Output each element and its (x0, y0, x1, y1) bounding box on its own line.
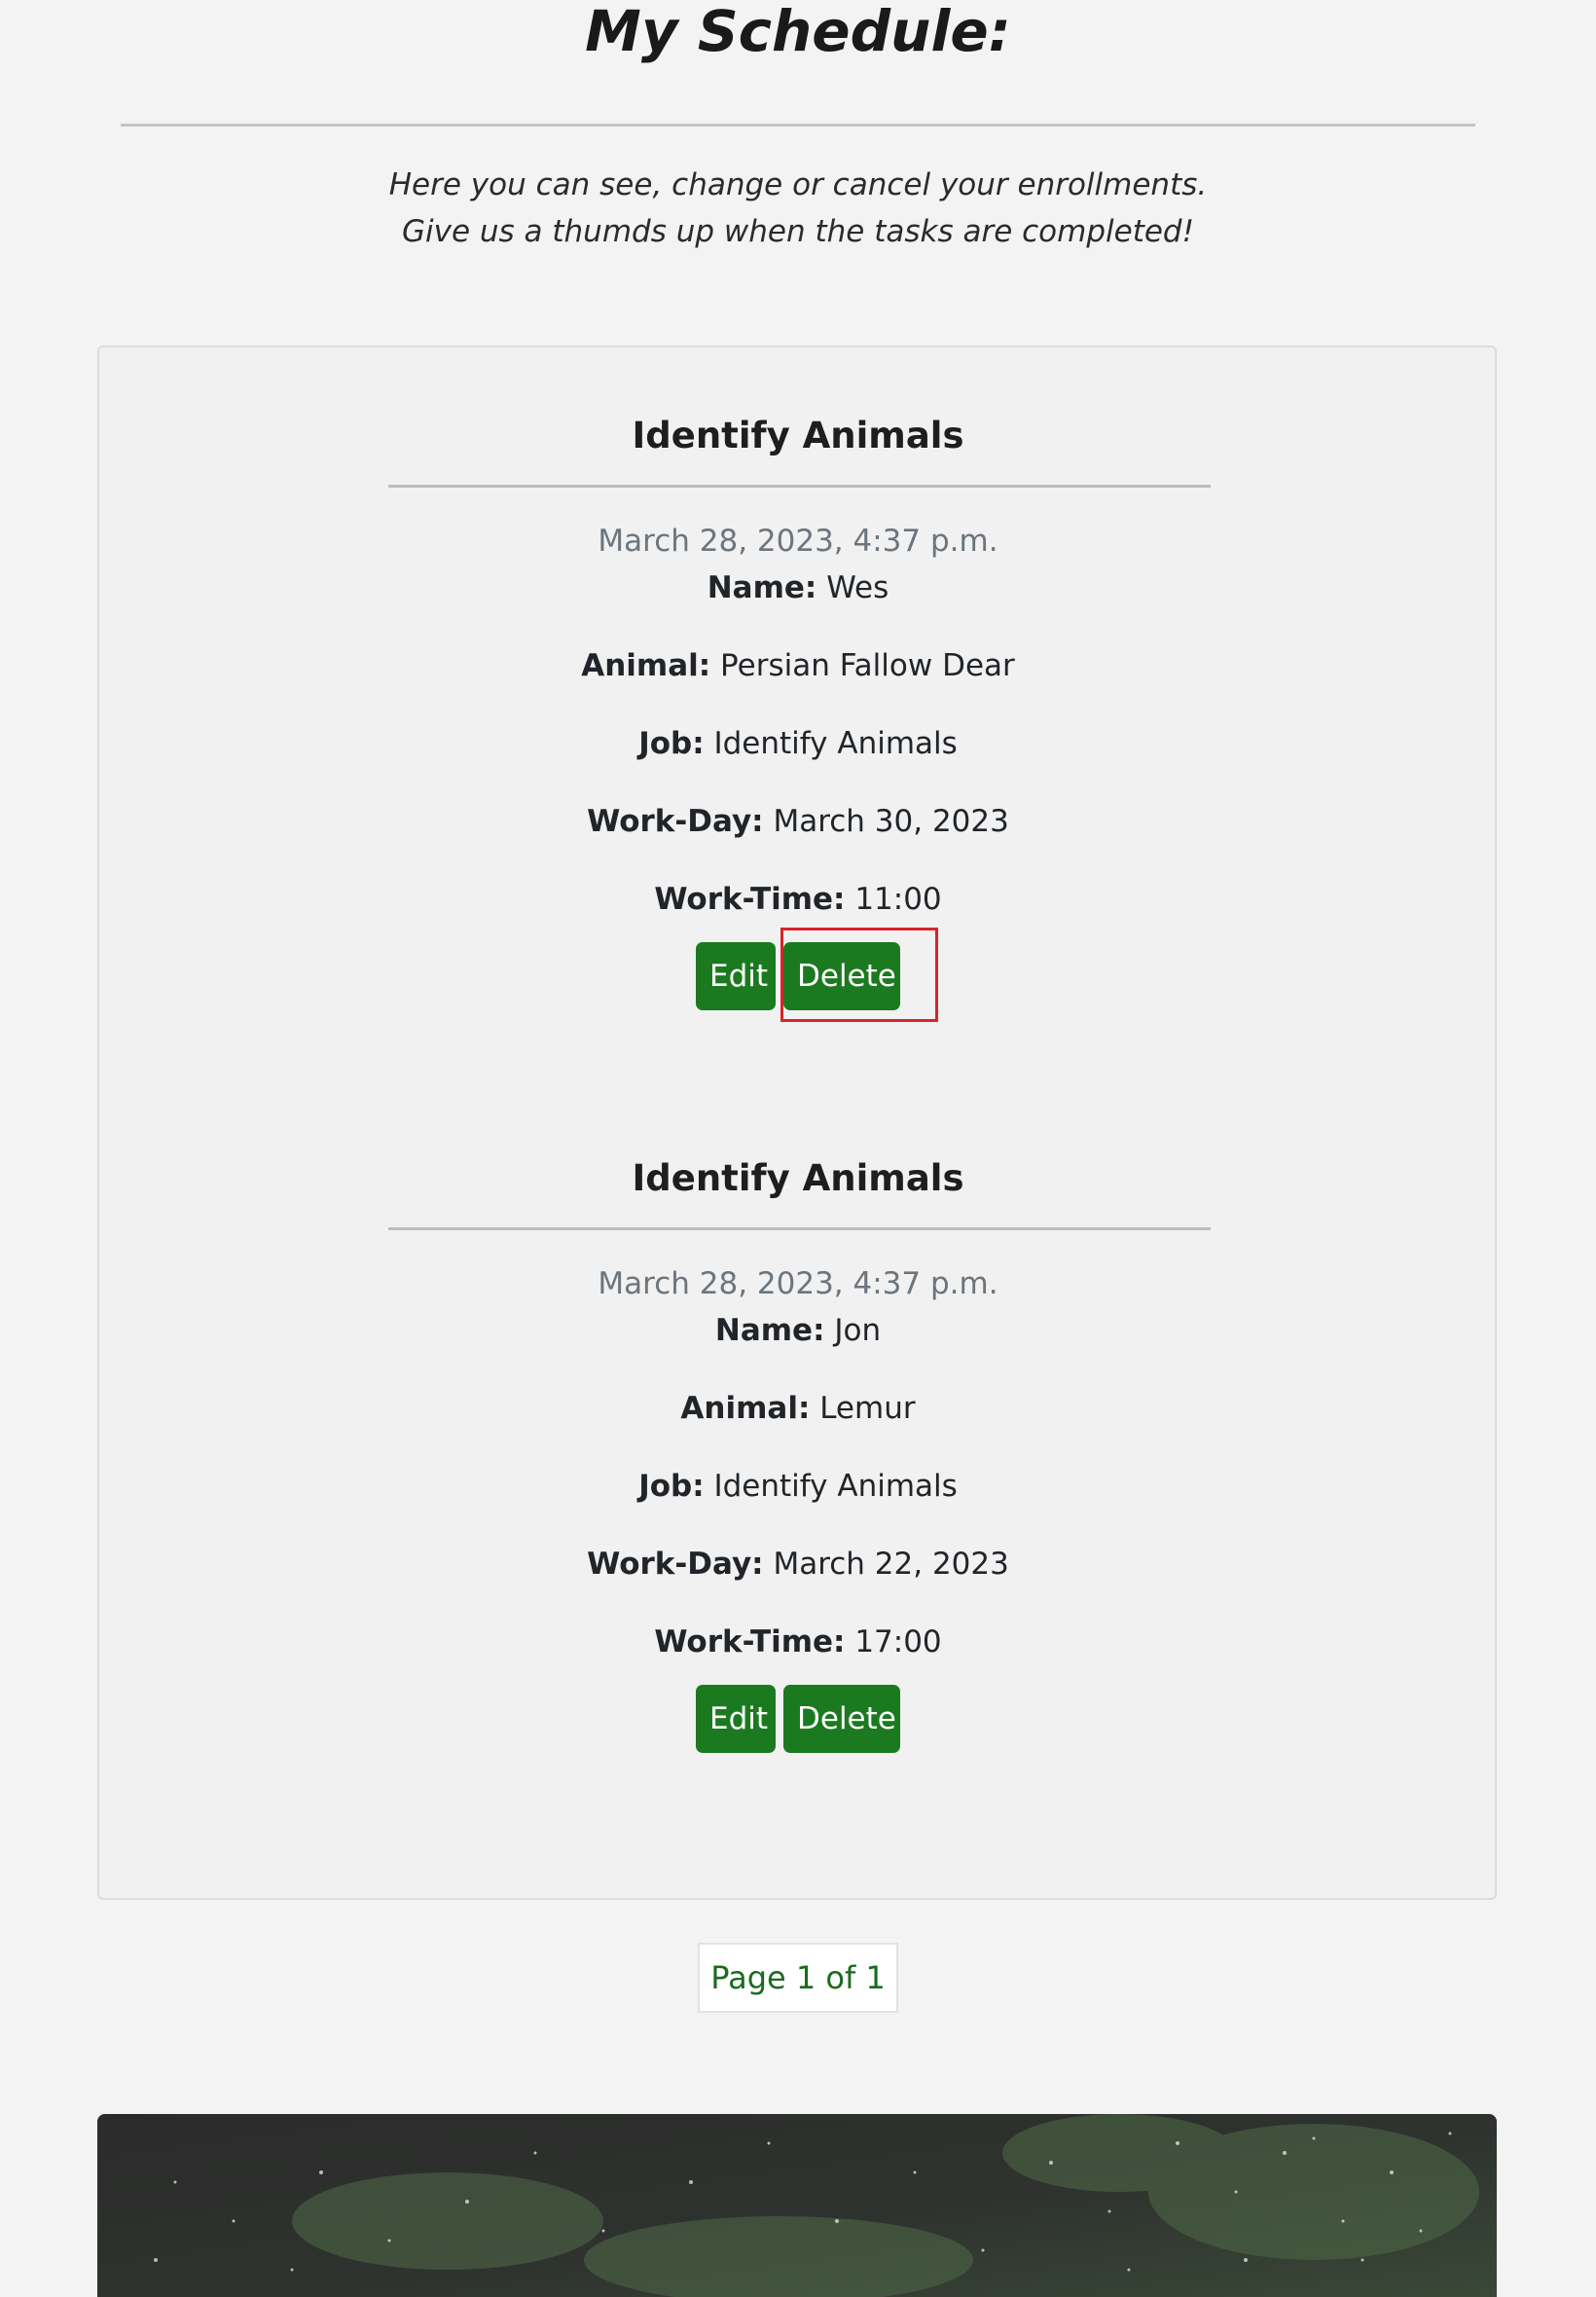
worktime-label: Work-Time: (654, 882, 846, 917)
job-label: Job: (638, 726, 705, 761)
workday-label: Work-Day: (587, 1547, 764, 1582)
enrollment-title: Identify Animals (632, 415, 964, 456)
name-label: Name: (707, 570, 817, 605)
animal-value: Persian Fallow Dear (720, 648, 1015, 683)
enrollment-card: Identify Animals March 28, 2023, 4:37 p.… (367, 377, 1229, 1062)
animal-field: Animal: Lemur (367, 1387, 1229, 1430)
animal-field: Animal: Persian Fallow Dear (367, 644, 1229, 687)
workday-field: Work-Day: March 22, 2023 (367, 1543, 1229, 1586)
workday-value: March 30, 2023 (773, 804, 1009, 839)
card-actions: Edit Delete (367, 1685, 1229, 1753)
delete-button[interactable]: Delete (783, 942, 900, 1010)
card-actions: Edit Delete (367, 942, 1229, 1010)
worktime-field: Work-Time: 17:00 (367, 1621, 1229, 1663)
workday-value: March 22, 2023 (773, 1547, 1009, 1582)
worktime-value: 17:00 (854, 1624, 942, 1659)
job-field: Job: Identify Animals (367, 1465, 1229, 1508)
card-divider (388, 485, 1211, 488)
job-value: Identify Animals (713, 726, 958, 761)
enrollment-date: March 28, 2023, 4:37 p.m. (598, 1266, 998, 1301)
title-divider (121, 124, 1475, 127)
page: My Schedule: Here you can see, change or… (0, 0, 1596, 2297)
enrollment-card: Identify Animals March 28, 2023, 4:37 p.… (367, 1119, 1229, 1805)
enrollment-title: Identify Animals (632, 1157, 964, 1199)
name-field: Name: Jon (367, 1309, 1229, 1352)
footer-image (97, 2114, 1497, 2297)
animal-label: Animal: (581, 648, 711, 683)
foliage-photo (97, 2114, 1497, 2297)
worktime-field: Work-Time: 11:00 (367, 878, 1229, 921)
name-value: Wes (826, 570, 889, 605)
intro-line-2: Give us a thumds up when the tasks are c… (401, 214, 1195, 249)
name-value: Jon (834, 1313, 882, 1348)
workday-field: Work-Day: March 30, 2023 (367, 800, 1229, 843)
edit-button[interactable]: Edit (696, 1685, 776, 1753)
worktime-label: Work-Time: (654, 1624, 846, 1659)
job-label: Job: (638, 1469, 705, 1504)
worktime-value: 11:00 (854, 882, 942, 917)
animal-label: Animal: (680, 1391, 811, 1426)
job-field: Job: Identify Animals (367, 722, 1229, 765)
intro-text: Here you can see, change or cancel your … (0, 162, 1596, 255)
page-title: My Schedule: (585, 0, 1011, 64)
job-value: Identify Animals (713, 1469, 958, 1504)
name-field: Name: Wes (367, 566, 1229, 609)
card-divider (388, 1227, 1211, 1230)
workday-label: Work-Day: (587, 804, 764, 839)
delete-button[interactable]: Delete (783, 1685, 900, 1753)
schedule-panel: Identify Animals March 28, 2023, 4:37 p.… (97, 346, 1497, 1900)
intro-line-1: Here you can see, change or cancel your … (388, 167, 1208, 202)
enrollment-date: March 28, 2023, 4:37 p.m. (598, 524, 998, 559)
edit-button[interactable]: Edit (696, 942, 776, 1010)
animal-value: Lemur (819, 1391, 916, 1426)
name-label: Name: (714, 1313, 825, 1348)
pagination-indicator[interactable]: Page 1 of 1 (698, 1943, 898, 2013)
